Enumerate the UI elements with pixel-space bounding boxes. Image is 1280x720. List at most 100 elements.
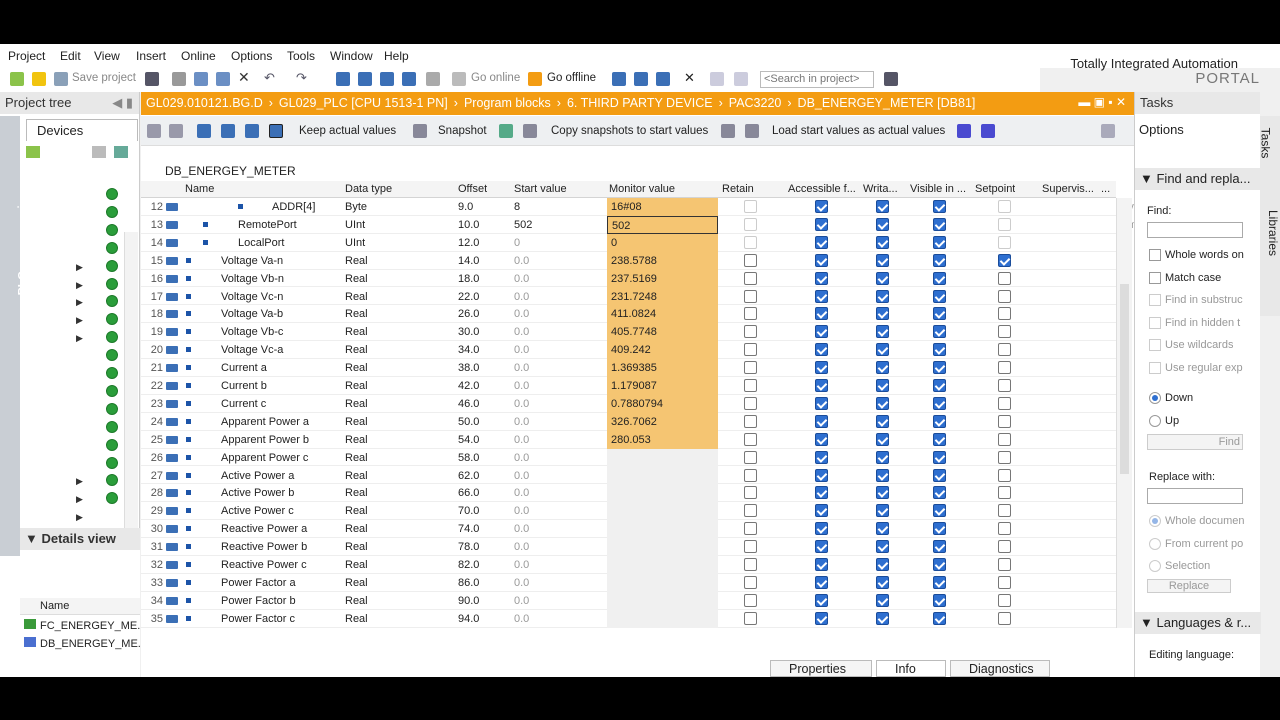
ret-checkbox[interactable]	[744, 593, 757, 607]
data-type[interactable]: Real	[345, 595, 368, 607]
tag-name[interactable]: Apparent Power c	[221, 452, 308, 464]
languages-section[interactable]: ▼ Languages & r...	[1135, 612, 1261, 634]
ret-checkbox[interactable]	[744, 468, 757, 482]
column-header[interactable]: Retain	[722, 183, 754, 195]
start-value[interactable]: 0.0	[514, 362, 529, 374]
table-row[interactable]: 23 Current c Real 46.0 0.0 0.7880794	[141, 394, 1116, 413]
table-row[interactable]: 27 Active Power a Real 62.0 0.0	[141, 466, 1116, 485]
ret-checkbox[interactable]	[744, 200, 757, 213]
collapse-all-icon[interactable]	[221, 124, 235, 138]
go-online-icon[interactable]	[452, 72, 466, 86]
ret-checkbox[interactable]	[744, 575, 757, 589]
data-type[interactable]: Real	[345, 416, 368, 428]
go-offline-button[interactable]: Go offline	[547, 72, 596, 84]
sp-checkbox[interactable]	[998, 343, 1011, 357]
acc-checkbox[interactable]	[815, 343, 828, 357]
from-current-radio[interactable]	[1149, 538, 1161, 550]
vis-checkbox[interactable]	[933, 235, 946, 249]
start-value[interactable]: 0.0	[514, 559, 529, 571]
find-button[interactable]: Find	[1147, 434, 1243, 450]
start-value[interactable]: 0.0	[514, 308, 529, 320]
split-vertical-icon[interactable]	[734, 72, 748, 86]
vis-checkbox[interactable]	[933, 396, 946, 410]
column-header[interactable]: ...	[1101, 183, 1110, 195]
compile-icon[interactable]	[336, 72, 350, 86]
expand-arrow-icon[interactable]: ▶	[76, 476, 83, 487]
table-row[interactable]: 31 Reactive Power b Real 78.0 0.0	[141, 538, 1116, 557]
acc-checkbox[interactable]	[815, 540, 828, 554]
monitor-value[interactable]: 238.5788	[607, 251, 718, 270]
wri-checkbox[interactable]	[876, 593, 889, 607]
wri-checkbox[interactable]	[876, 253, 889, 267]
split-horizontal-icon[interactable]	[710, 72, 724, 86]
data-type[interactable]: Real	[345, 255, 368, 267]
breadcrumb-item[interactable]: 6. THIRD PARTY DEVICE	[567, 96, 713, 110]
ret-checkbox[interactable]	[744, 504, 757, 518]
column-header[interactable]: Writa...	[863, 183, 898, 195]
expand-arrow-icon[interactable]: ▶	[76, 333, 83, 344]
monitor-value[interactable]: 502	[607, 215, 718, 234]
data-type[interactable]: Real	[345, 470, 368, 482]
menu-item-window[interactable]: Window	[330, 49, 373, 63]
vis-checkbox[interactable]	[933, 611, 946, 625]
download-values-icon[interactable]	[957, 124, 971, 138]
sp-checkbox[interactable]	[998, 379, 1011, 392]
wildcards-checkbox[interactable]	[1149, 339, 1161, 351]
save-project-button[interactable]: Save project	[72, 72, 136, 84]
vis-checkbox[interactable]	[933, 504, 946, 518]
save-icon[interactable]	[54, 72, 68, 86]
find-input[interactable]	[1147, 222, 1243, 238]
tag-name[interactable]: ADDR[4]	[272, 201, 315, 213]
wri-checkbox[interactable]	[876, 396, 889, 410]
acc-checkbox[interactable]	[815, 271, 828, 285]
vis-checkbox[interactable]	[933, 271, 946, 285]
vis-checkbox[interactable]	[933, 253, 946, 267]
expand-arrow-icon[interactable]: ▶	[76, 262, 83, 273]
breadcrumb-item[interactable]: GL029_PLC [CPU 1513-1 PN]	[279, 96, 448, 110]
monitor-value[interactable]: 1.369385	[607, 359, 718, 378]
start-value[interactable]: 0.0	[514, 273, 529, 285]
monitor-value[interactable]: 231.7248	[607, 287, 718, 306]
whole-document-radio[interactable]	[1149, 515, 1161, 527]
data-type[interactable]: Real	[345, 326, 368, 338]
ret-checkbox[interactable]	[744, 611, 757, 625]
new-project-icon[interactable]	[10, 72, 24, 86]
find-substructures-checkbox[interactable]	[1149, 294, 1161, 306]
wri-checkbox[interactable]	[876, 540, 889, 554]
acc-checkbox[interactable]	[815, 361, 828, 375]
vis-checkbox[interactable]	[933, 325, 946, 339]
wri-checkbox[interactable]	[876, 468, 889, 482]
snapshot-icon[interactable]	[499, 124, 513, 138]
start-value[interactable]: 0.0	[514, 434, 529, 446]
menu-item-help[interactable]: Help	[384, 49, 409, 63]
insert-row-icon[interactable]	[147, 124, 161, 138]
menu-item-online[interactable]: Online	[181, 49, 216, 63]
start-value[interactable]: 0.0	[514, 344, 529, 356]
sp-checkbox[interactable]	[998, 593, 1011, 607]
acc-checkbox[interactable]	[815, 414, 828, 428]
data-type[interactable]: Real	[345, 452, 368, 464]
wri-checkbox[interactable]	[876, 325, 889, 339]
tag-name[interactable]: Voltage Vc-n	[221, 291, 283, 303]
sp-checkbox[interactable]	[998, 396, 1011, 410]
load-start-values-button[interactable]: Load start values as actual values	[772, 125, 945, 137]
wri-checkbox[interactable]	[876, 611, 889, 625]
sp-checkbox[interactable]	[998, 217, 1011, 231]
wri-checkbox[interactable]	[876, 217, 889, 231]
table-row[interactable]: 14LocalPortUInt12.000loc	[141, 233, 1132, 252]
tag-name[interactable]: Voltage Va-n	[221, 255, 283, 267]
go-online-button[interactable]: Go online	[471, 72, 520, 84]
acc-checkbox[interactable]	[815, 432, 828, 446]
menu-item-project[interactable]: Project	[8, 49, 45, 63]
data-type[interactable]: Real	[345, 434, 368, 446]
ret-checkbox[interactable]	[744, 450, 757, 464]
tag-name[interactable]: Current b	[221, 380, 267, 392]
monitor-value[interactable]: 326.7062	[607, 412, 718, 431]
wri-checkbox[interactable]	[876, 235, 889, 249]
acc-checkbox[interactable]	[815, 468, 828, 482]
tag-name[interactable]: Reactive Power c	[221, 559, 307, 571]
vis-checkbox[interactable]	[933, 450, 946, 464]
table-row[interactable]: 34 Power Factor b Real 90.0 0.0	[141, 591, 1116, 610]
sp-checkbox[interactable]	[998, 235, 1011, 249]
vis-checkbox[interactable]	[933, 217, 946, 231]
